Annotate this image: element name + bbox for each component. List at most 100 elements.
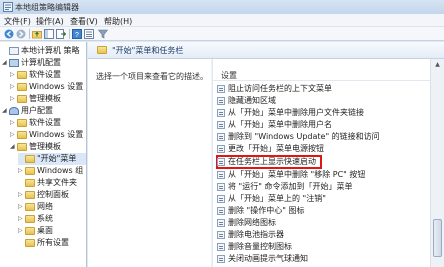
tree-node-label: 桌面 (37, 226, 53, 235)
menu-view[interactable]: 查看(V) (70, 16, 98, 27)
tree-node-computer-config[interactable]: ◢ 计算机配置 (2, 57, 61, 69)
computer-policy-icon (9, 46, 19, 55)
setting-row[interactable]: 关闭动画提示气球通知 (217, 253, 427, 265)
tree-node-user-admin-templates[interactable]: ◢ 管理模板 (10, 141, 61, 153)
back-arrow-icon[interactable] (4, 29, 14, 39)
expand-triangle-icon[interactable]: ▷ (10, 81, 16, 93)
menu-help[interactable]: 帮助(H) (104, 16, 132, 27)
tree-node-control-panel[interactable]: ▷ 控制面板 (18, 189, 69, 201)
tree-node-label: 控制面板 (37, 190, 69, 199)
setting-row[interactable]: 更改「开始」菜单电源按钮 (217, 143, 427, 155)
expand-triangle-icon[interactable]: ▷ (10, 69, 16, 81)
settings-list[interactable]: 设置 阻止访问任务栏的上下文菜单 隐藏通知区域 从「开始」菜单中删除用户文件夹链… (213, 59, 430, 267)
tree-node-user-config[interactable]: ◢ 用户配置 (2, 105, 53, 117)
tree-node-computer-software-settings[interactable]: ▷ 软件设置 (10, 69, 61, 81)
policy-setting-icon (217, 254, 225, 263)
tree-node-network[interactable]: ▷ 网络 (18, 201, 53, 213)
folder-icon (17, 82, 27, 91)
expand-triangle-icon[interactable]: ▷ (18, 225, 24, 237)
policy-setting-icon (217, 120, 225, 129)
policy-setting-icon (217, 170, 225, 179)
vertical-scrollbar[interactable]: ▲ (430, 59, 444, 267)
expand-triangle-icon[interactable]: ▷ (10, 117, 16, 129)
tree-node-label: 网络 (37, 202, 53, 211)
tree-node-label: Windows 组 (37, 166, 84, 175)
setting-row[interactable]: 从「开始」菜单中删除 "移除 PC" 按钮 (217, 169, 427, 181)
tree-node-user-windows-settings[interactable]: ▷ Windows 设置 (10, 129, 83, 141)
setting-label: 删除到 "Windows Update" 的链接和访问 (228, 132, 380, 141)
setting-row[interactable]: 从「开始」菜单上的 "注销" (217, 193, 427, 205)
tree-node-all-settings[interactable]: 所有设置 (18, 237, 69, 249)
forward-arrow-icon[interactable] (16, 29, 26, 39)
tree-node-windows-components[interactable]: ▷ Windows 组 (18, 165, 83, 177)
folder-up-icon[interactable] (32, 29, 42, 39)
setting-label: 隐藏通知区域 (228, 96, 276, 105)
menu-action[interactable]: 操作(A) (36, 16, 64, 27)
tree-node-label: Windows 设置 (29, 82, 84, 91)
expand-triangle-icon[interactable]: ▷ (18, 213, 24, 225)
setting-row-highlighted[interactable]: 在任务栏上显示快速启动 (216, 155, 322, 169)
setting-row[interactable]: 从「开始」菜单中删除用户文件夹链接 (217, 107, 427, 119)
setting-label: 从「开始」菜单中删除 "移除 PC" 按钮 (228, 170, 366, 179)
expand-triangle-icon[interactable]: ▷ (10, 93, 16, 105)
setting-label: 从「开始」菜单中删除用户文件夹链接 (228, 108, 364, 117)
folder-icon (97, 46, 107, 54)
policy-setting-icon (217, 242, 225, 251)
svg-text:?: ? (75, 32, 79, 39)
details-header: "开始"菜单和任务栏 (88, 42, 444, 59)
setting-row[interactable]: 阻止访问任务栏的上下文菜单 (217, 83, 427, 95)
tree-node-user-software-settings[interactable]: ▷ 软件设置 (10, 117, 61, 129)
setting-row[interactable]: 删除到 "Windows Update" 的链接和访问 (217, 131, 427, 143)
policy-setting-icon (217, 230, 225, 239)
scroll-up-arrow-icon[interactable]: ▲ (431, 59, 444, 71)
setting-row[interactable]: 删除电池指示器 (217, 229, 427, 241)
tree-node-label: 管理模板 (29, 94, 61, 103)
menu-file[interactable]: 文件(F) (4, 16, 31, 27)
policy-setting-icon (217, 218, 225, 227)
setting-row[interactable]: 删除音量控制图标 (217, 241, 427, 253)
tree-node-local-computer-policy[interactable]: 本地计算机 策略 (2, 45, 80, 57)
properties-icon[interactable] (84, 29, 94, 39)
tree-node-computer-windows-settings[interactable]: ▷ Windows 设置 (10, 81, 83, 93)
setting-row[interactable]: 删除 "操作中心" 图标 (217, 205, 427, 217)
expand-triangle-icon[interactable]: ▷ (18, 165, 24, 177)
folder-icon (17, 130, 27, 139)
setting-label: 关闭动画提示气球通知 (228, 254, 308, 263)
description-text: 选择一个项目来查看它的描述。 (96, 72, 208, 81)
tree-node-shared-folders[interactable]: 共享文件夹 (18, 177, 77, 189)
tree-node-desktop[interactable]: ▷ 桌面 (18, 225, 53, 237)
tree-node-start-menu[interactable]: "开始"菜单 (18, 153, 86, 165)
tree-node-system[interactable]: ▷ 系统 (18, 213, 53, 225)
folder-icon (17, 118, 27, 127)
expand-triangle-icon[interactable]: ▷ (18, 201, 24, 213)
setting-row[interactable]: 从「开始」菜单中删除用户名 (217, 119, 427, 131)
title-bar: 本地组策略编辑器 (0, 0, 444, 14)
folder-icon (25, 238, 35, 247)
setting-row[interactable]: 隐藏通知区域 (217, 95, 427, 107)
tree-node-label: 共享文件夹 (37, 178, 77, 187)
user-icon (9, 106, 19, 115)
setting-row[interactable]: 删除网络图标 (217, 217, 427, 229)
help-icon[interactable]: ? (72, 29, 82, 39)
tree-node-label: 本地计算机 策略 (21, 46, 80, 55)
expand-triangle-icon[interactable]: ▷ (10, 129, 16, 141)
setting-row[interactable]: 将 "运行" 命令添加到「开始」菜单 (217, 181, 427, 193)
setting-label: 更改「开始」菜单电源按钮 (228, 144, 324, 153)
show-hide-tree-icon[interactable] (44, 29, 54, 39)
settings-column-header[interactable]: 设置 (213, 68, 430, 81)
expand-triangle-icon[interactable]: ▷ (18, 189, 24, 201)
policy-setting-icon (217, 182, 225, 191)
collapse-triangle-icon[interactable]: ◢ (10, 141, 16, 153)
setting-label: 删除音量控制图标 (228, 242, 292, 251)
collapse-triangle-icon[interactable]: ◢ (2, 57, 8, 69)
export-list-icon[interactable] (56, 29, 66, 39)
filter-icon[interactable] (98, 29, 108, 39)
policy-tree[interactable]: 本地计算机 策略 ◢ 计算机配置 ▷ 软件设置 ▷ Windows 设置 ▷ 管理模板 … (0, 42, 87, 267)
tree-node-computer-admin-templates[interactable]: ▷ 管理模板 (10, 93, 61, 105)
tree-node-label: 系统 (37, 214, 53, 223)
collapse-triangle-icon[interactable]: ◢ (2, 105, 8, 117)
tree-node-label: 软件设置 (29, 118, 61, 127)
policy-setting-icon (217, 194, 225, 203)
folder-icon (17, 94, 27, 103)
scrollbar-thumb[interactable] (433, 219, 442, 257)
